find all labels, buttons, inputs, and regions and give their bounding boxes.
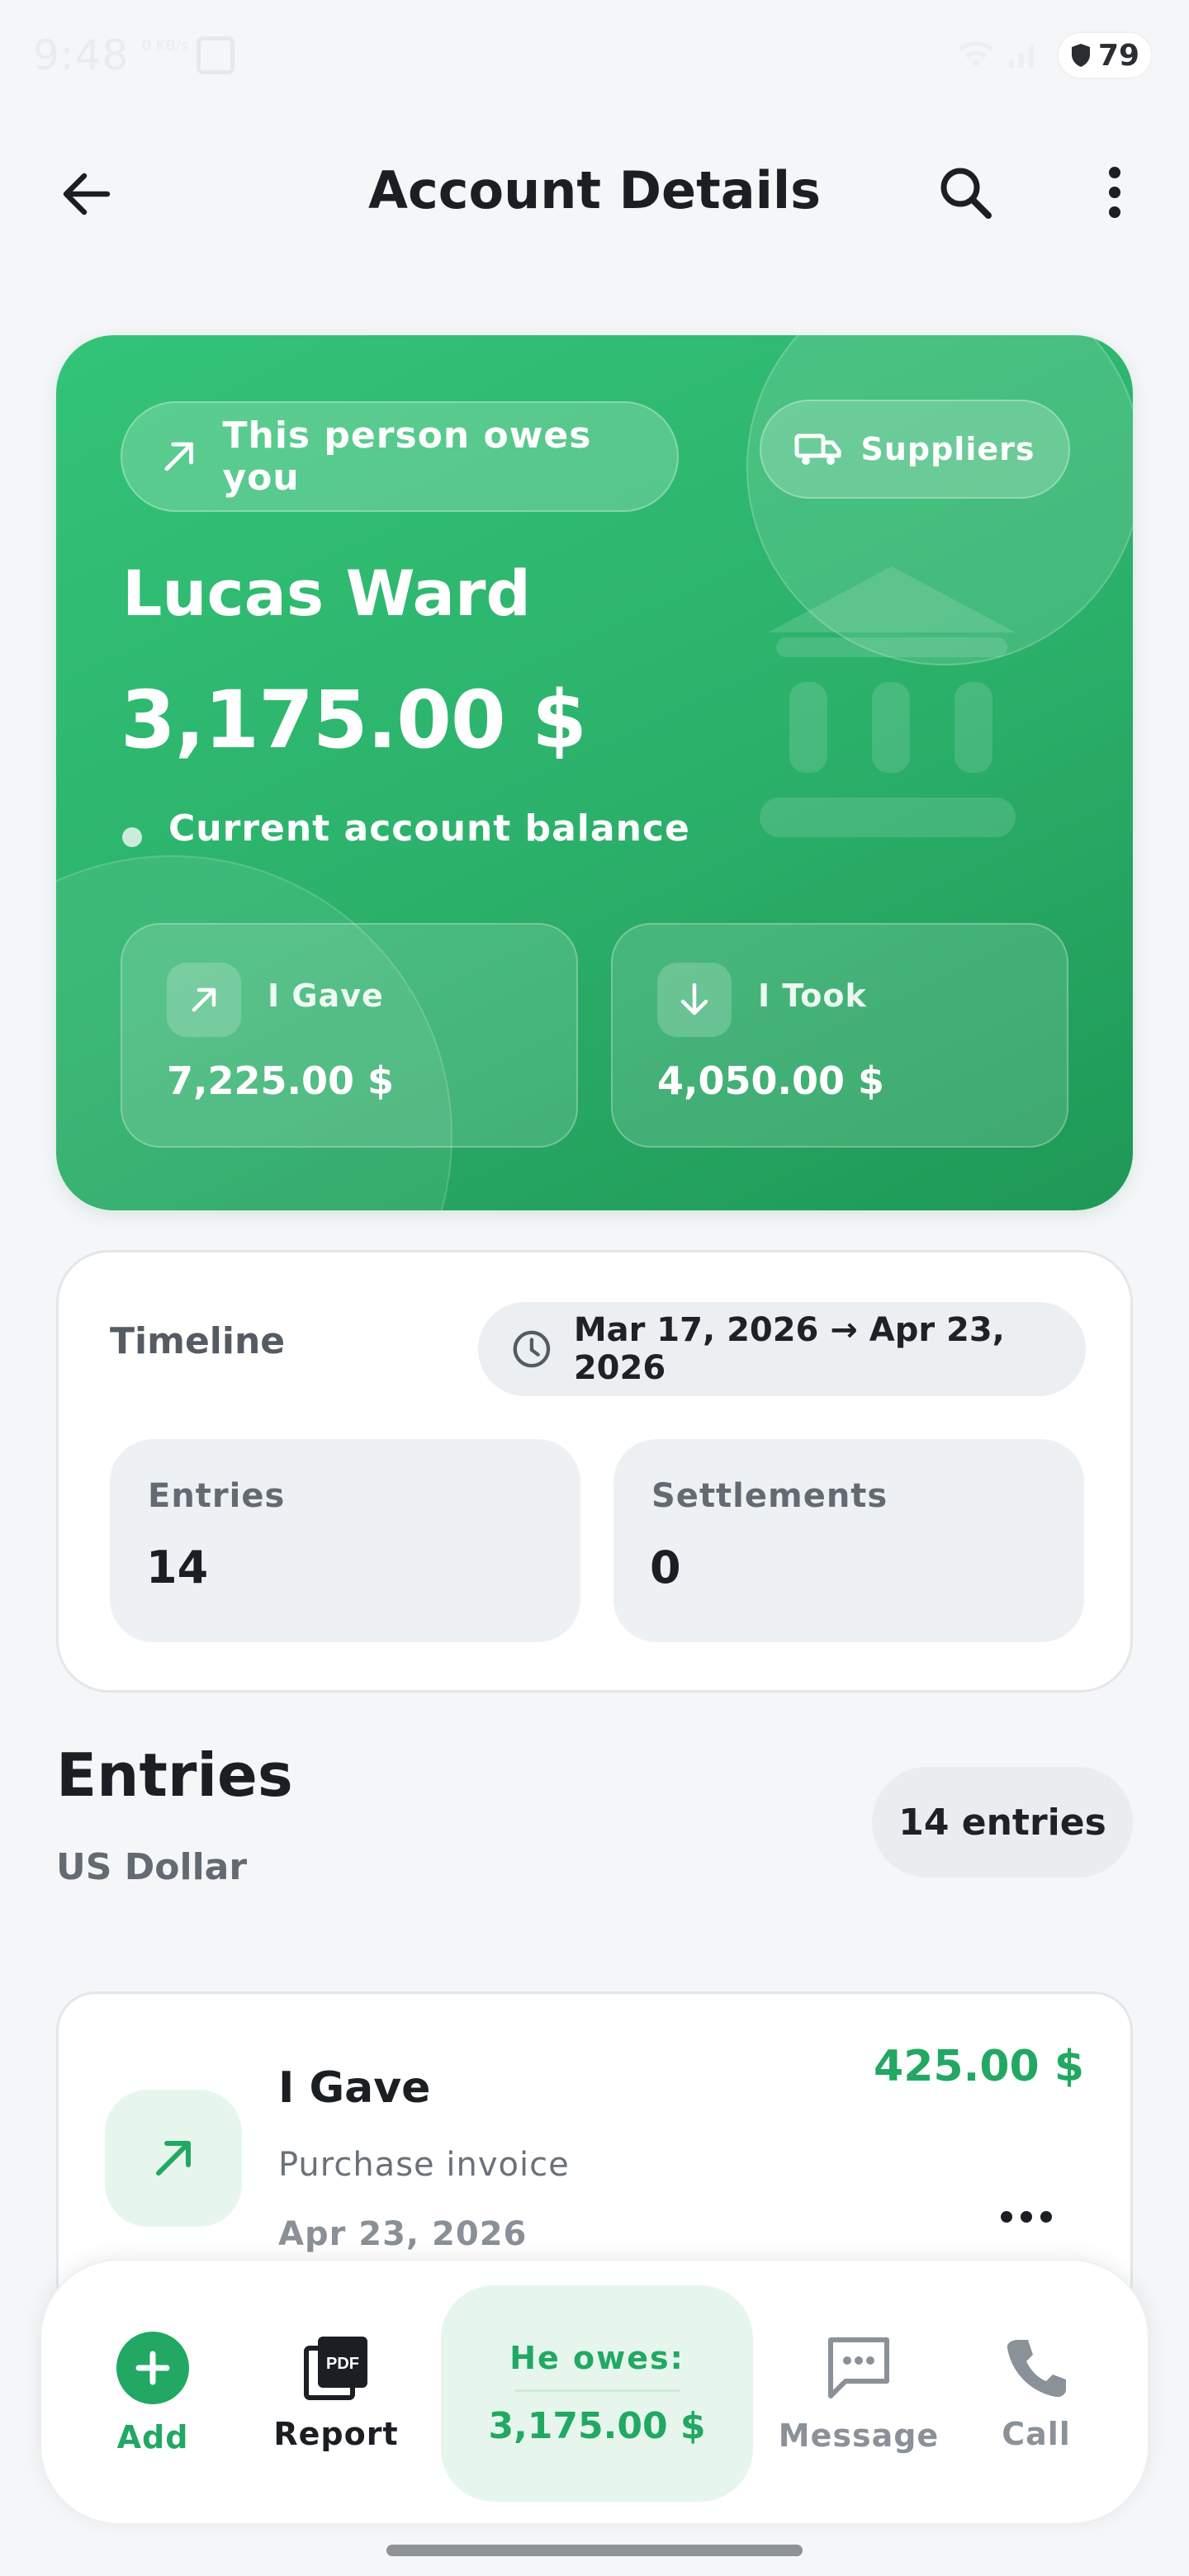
shield-icon bbox=[1071, 44, 1090, 67]
message-label: Message bbox=[778, 2417, 940, 2454]
contact-name: Lucas Ward bbox=[122, 556, 531, 630]
balance-card: This person owes you Suppliers Lucas War… bbox=[56, 335, 1133, 1210]
call-label: Call bbox=[1002, 2416, 1071, 2452]
settlements-stat: Settlements 0 bbox=[613, 1439, 1084, 1642]
phone-icon bbox=[1007, 2340, 1066, 2398]
currency-label: US Dollar bbox=[56, 1846, 248, 1888]
arrow-left-icon bbox=[63, 173, 111, 215]
arrow-down-icon bbox=[657, 963, 732, 1037]
entry-more-button[interactable] bbox=[985, 2192, 1068, 2242]
gave-value: 7,225.00 $ bbox=[167, 1058, 395, 1103]
pdf-icon: PDF bbox=[304, 2337, 367, 2400]
more-options-button[interactable] bbox=[1082, 155, 1148, 230]
back-button[interactable] bbox=[50, 157, 124, 231]
arrow-up-right-icon bbox=[164, 442, 194, 471]
battery-level: 79 bbox=[1097, 38, 1140, 73]
category-chip[interactable]: Suppliers bbox=[760, 400, 1070, 499]
network-speed: 0 KB/s bbox=[141, 37, 189, 54]
entries-stat: Entries 14 bbox=[110, 1439, 580, 1642]
category-label: Suppliers bbox=[860, 431, 1035, 467]
owes-status-label: This person owes you bbox=[222, 414, 592, 499]
call-button[interactable]: Call bbox=[958, 2261, 1115, 2526]
screen-record-icon bbox=[197, 36, 234, 74]
date-range-label: Mar 17, 2026 → Apr 23, 2026 bbox=[573, 1311, 1005, 1387]
bank-icon bbox=[760, 566, 1024, 859]
more-vertical-icon bbox=[1109, 167, 1120, 178]
gave-label: I Gave bbox=[268, 978, 384, 1014]
page-title: Account Details bbox=[368, 160, 821, 220]
report-button[interactable]: PDF Report bbox=[258, 2261, 414, 2526]
settlements-stat-label: Settlements bbox=[651, 1477, 888, 1515]
settlements-stat-value: 0 bbox=[650, 1541, 681, 1593]
battery-indicator: 79 bbox=[1059, 33, 1151, 78]
status-time: 9:48 bbox=[33, 31, 130, 79]
add-label: Add bbox=[116, 2419, 189, 2455]
search-button[interactable] bbox=[928, 155, 1002, 230]
arrow-up-right-icon bbox=[105, 2090, 242, 2227]
message-icon bbox=[828, 2337, 889, 2398]
timeline-title: Timeline bbox=[110, 1320, 286, 1362]
home-indicator[interactable] bbox=[386, 2545, 803, 2556]
entries-stat-value: 14 bbox=[146, 1541, 209, 1593]
entries-count-badge: 14 entries bbox=[872, 1767, 1133, 1878]
entry-date: Apr 23, 2026 bbox=[278, 2215, 528, 2253]
plus-icon bbox=[116, 2332, 189, 2404]
more-horizontal-icon bbox=[1001, 2211, 1012, 2223]
bottom-action-bar: Add PDF Report He owes: 3,175.00 $ Messa… bbox=[40, 2259, 1149, 2525]
wifi-signal-icon bbox=[956, 38, 1039, 74]
entries-stat-label: Entries bbox=[148, 1477, 286, 1515]
balance-amount: 3,175.00 $ bbox=[121, 674, 587, 766]
entry-amount: 425.00 $ bbox=[874, 2042, 1084, 2091]
arrow-up-right-icon bbox=[167, 963, 241, 1037]
message-button[interactable]: Message bbox=[776, 2261, 941, 2526]
status-dot bbox=[122, 827, 142, 847]
search-icon bbox=[940, 168, 992, 219]
owes-summary-value: 3,175.00 $ bbox=[488, 2405, 706, 2447]
entry-description: Purchase invoice bbox=[278, 2146, 570, 2184]
report-label: Report bbox=[273, 2416, 399, 2452]
svg-text:PDF: PDF bbox=[326, 2355, 359, 2373]
owes-status-pill: This person owes you bbox=[121, 401, 679, 512]
status-bar: 9:48 0 KB/s 79 bbox=[0, 0, 1189, 116]
gave-summary-card: I Gave 7,225.00 $ bbox=[121, 923, 578, 1148]
timeline-card: Timeline Mar 17, 2026 → Apr 23, 2026 Ent… bbox=[56, 1250, 1133, 1693]
took-value: 4,050.00 $ bbox=[657, 1058, 885, 1103]
balance-label: Current account balance bbox=[168, 807, 690, 850]
entry-type: I Gave bbox=[278, 2063, 431, 2113]
add-button[interactable]: Add bbox=[74, 2261, 231, 2526]
truck-icon bbox=[794, 433, 841, 465]
took-label: I Took bbox=[758, 978, 867, 1014]
owes-summary-label: He owes: bbox=[509, 2340, 685, 2376]
divider bbox=[514, 2389, 680, 2392]
date-range-pill[interactable]: Mar 17, 2026 → Apr 23, 2026 bbox=[478, 1302, 1086, 1396]
entries-heading: Entries bbox=[56, 1740, 293, 1810]
owes-summary: He owes: 3,175.00 $ bbox=[441, 2285, 753, 2502]
took-summary-card: I Took 4,050.00 $ bbox=[611, 923, 1068, 1148]
clock-icon bbox=[513, 1330, 551, 1368]
